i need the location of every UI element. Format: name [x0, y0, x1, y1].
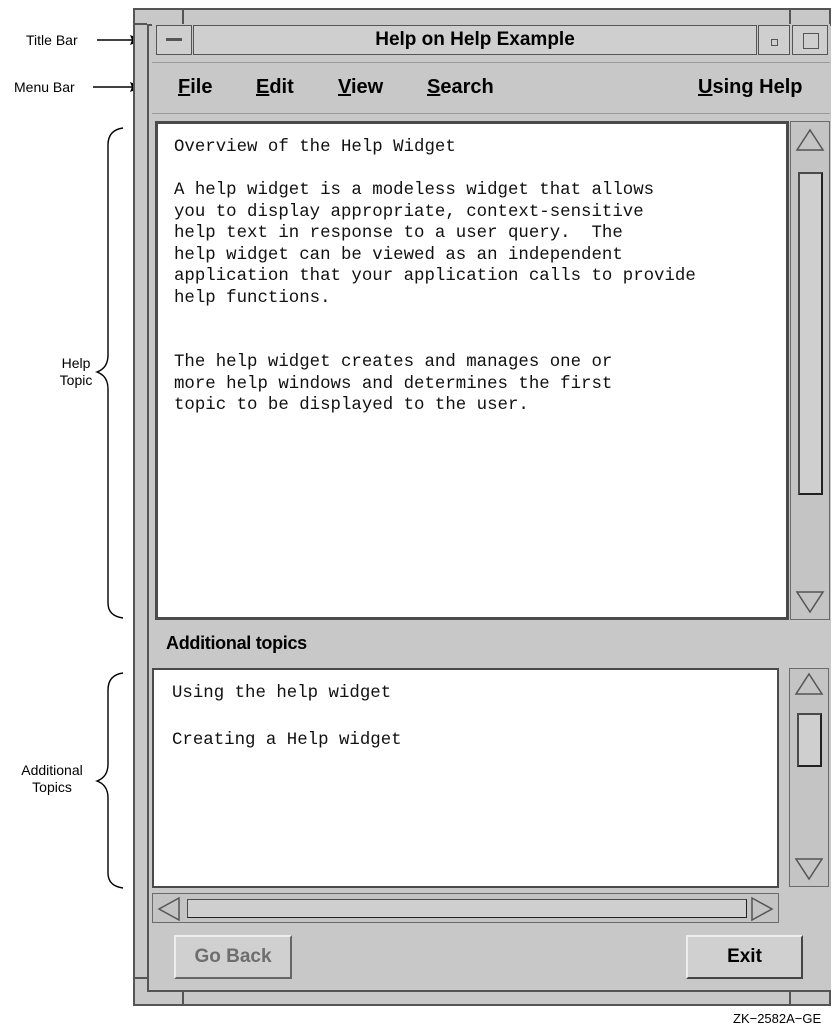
scroll-right-arrow-icon[interactable]	[750, 896, 774, 922]
menu-using-help[interactable]: Using Help	[698, 75, 802, 99]
scroll-down-arrow-icon[interactable]	[794, 857, 824, 881]
menu-edit-rest: dit	[269, 76, 294, 98]
menu-view-rest: iew	[350, 76, 384, 98]
list-item[interactable]: Using the help widget	[172, 683, 391, 704]
minimize-icon	[771, 39, 778, 46]
help-topic-heading: Overview of the Help Widget	[174, 138, 456, 157]
menu-bar: File Edit View Search Using Help	[152, 62, 830, 114]
additional-topics-scroll-thumb[interactable]	[797, 713, 822, 767]
additional-topics-list[interactable]: Using the help widget Creating a Help wi…	[152, 668, 779, 888]
help-topic-line: help functions.	[174, 288, 331, 308]
menu-edit[interactable]: Edit	[256, 75, 294, 99]
menu-view-mnemonic: V	[338, 76, 351, 98]
menu-using-help-mnemonic: U	[698, 76, 713, 98]
exit-button[interactable]: Exit	[686, 935, 803, 979]
minimize-button[interactable]	[758, 25, 790, 55]
maximize-button[interactable]	[792, 25, 828, 55]
help-topic-line: help text in response to a user query. T…	[174, 224, 623, 243]
help-topic-scroll-thumb[interactable]	[798, 172, 823, 495]
window-title[interactable]: Help on Help Example	[193, 25, 757, 55]
menu-edit-mnemonic: E	[256, 76, 270, 98]
menu-view[interactable]: View	[338, 75, 383, 99]
title-bar[interactable]: Help on Help Example	[152, 24, 830, 58]
help-topic-line: you to display appropriate, context-sens…	[174, 202, 644, 222]
additional-topics-vscrollbar[interactable]	[789, 668, 829, 887]
menu-file-rest: ile	[190, 76, 213, 98]
menu-using-help-rest: sing Help	[712, 76, 803, 98]
help-topic-line: topic to be displayed to the user.	[174, 396, 529, 415]
menu-search-mnemonic: S	[427, 76, 441, 98]
window-menu-button[interactable]	[156, 25, 192, 55]
help-topic-line: application that your application calls …	[174, 267, 696, 286]
help-topic-vscrollbar[interactable]	[790, 121, 830, 620]
help-topic-line: The help widget creates and manages one …	[174, 353, 613, 372]
figure-id: ZK−2582A−GE	[733, 1011, 822, 1026]
additional-topics-label: Additional topics	[166, 633, 307, 653]
help-topic-pane[interactable]: Overview of the Help Widget A help widge…	[155, 121, 789, 620]
go-back-button[interactable]: Go Back	[174, 935, 292, 979]
window-menu-icon	[166, 38, 182, 41]
scroll-up-arrow-icon[interactable]	[795, 128, 825, 152]
menu-search[interactable]: Search	[427, 75, 494, 99]
additional-topics-hscrollbar[interactable]	[152, 893, 779, 923]
maximize-icon	[803, 33, 819, 49]
help-topic-line: help widget can be viewed as an independ…	[174, 245, 623, 265]
list-item[interactable]: Creating a Help widget	[172, 730, 402, 751]
window-title-text: Help on Help Example	[375, 29, 575, 50]
help-topic-line: A help widget is a modeless widget that …	[174, 181, 655, 200]
help-topic-line: more help windows and determines the fir…	[174, 374, 613, 394]
scroll-left-arrow-icon[interactable]	[157, 896, 181, 922]
additional-topics-hscroll-thumb[interactable]	[187, 899, 747, 918]
menu-search-rest: earch	[440, 76, 494, 98]
menu-file-mnemonic: F	[178, 76, 191, 98]
scroll-up-arrow-icon[interactable]	[794, 672, 824, 696]
scroll-down-arrow-icon[interactable]	[795, 590, 825, 614]
menu-file[interactable]: File	[178, 75, 212, 99]
